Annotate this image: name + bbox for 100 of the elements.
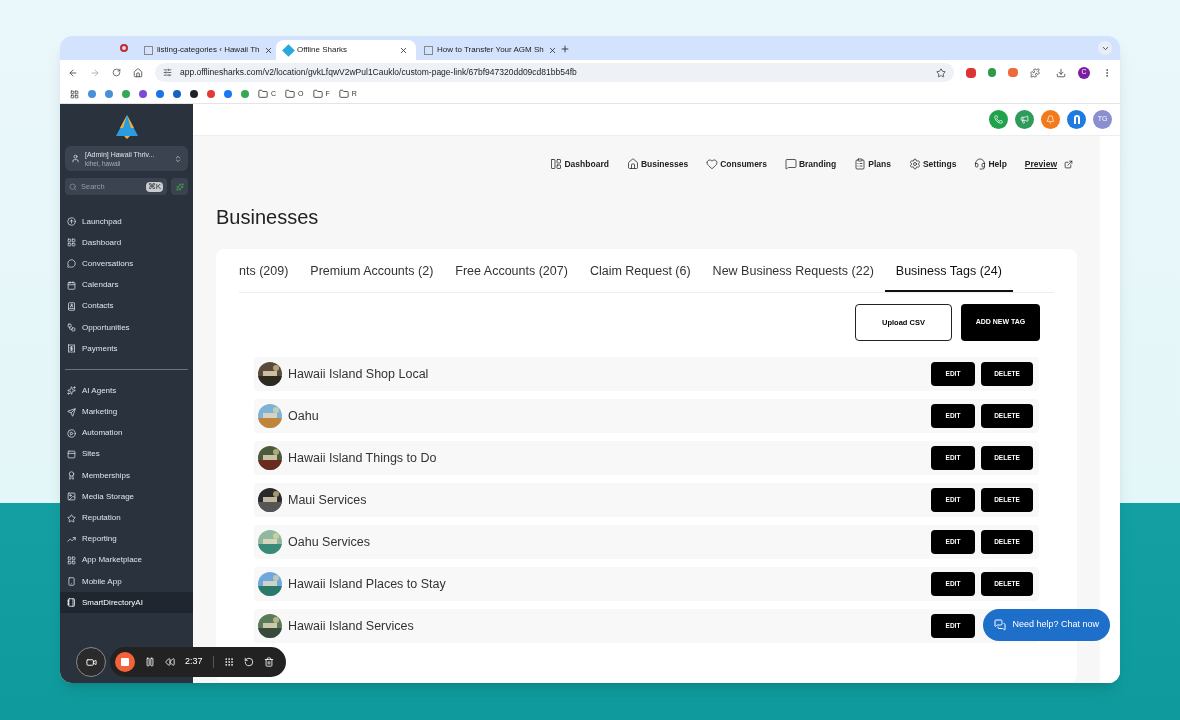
extension-icon[interactable] bbox=[1008, 68, 1018, 77]
sidebar-item[interactable]: AI Agents bbox=[60, 380, 193, 402]
nav-link[interactable]: Dashboard bbox=[550, 157, 609, 171]
browser-tab[interactable]: listing-categories ‹ Hawaii Th bbox=[136, 40, 276, 60]
sidebar-item[interactable]: Automation bbox=[60, 422, 193, 444]
trend-icon bbox=[67, 534, 76, 544]
record-icon bbox=[120, 44, 128, 52]
sidebar-item[interactable]: Calendars bbox=[65, 274, 188, 296]
close-icon[interactable] bbox=[547, 45, 557, 55]
arrow-circle-icon bbox=[67, 217, 76, 227]
sidebar-item[interactable]: Sites bbox=[60, 443, 193, 466]
tab-title: listing-categories ‹ Hawaii Th bbox=[157, 44, 260, 56]
apps-icon[interactable] bbox=[70, 89, 79, 99]
receipt-icon bbox=[67, 344, 76, 354]
tab[interactable]: Claim Request (6) bbox=[578, 262, 702, 292]
tag-name: Hawaii Island Services bbox=[288, 617, 415, 635]
sidebar-item[interactable]: Reporting bbox=[60, 528, 193, 550]
address-bar[interactable]: app.offlinesharks.com/v2/location/gvkLfqwV2wPul1Cauklo/custom-page-link/67bf947320dd09cd81bb54fb bbox=[155, 63, 954, 82]
paper-plane-icon bbox=[67, 407, 76, 417]
tab-title: How to Transfer Your AGM Sh bbox=[437, 44, 544, 56]
page-icon bbox=[282, 43, 295, 57]
browser-tab[interactable]: How to Transfer Your AGM Sh bbox=[416, 40, 556, 60]
trash-icon[interactable] bbox=[263, 657, 274, 667]
back-icon[interactable] bbox=[68, 67, 78, 78]
home-icon[interactable] bbox=[133, 67, 143, 78]
contact-book-icon bbox=[67, 301, 76, 311]
tab[interactable]: Free Accounts (207) bbox=[444, 262, 579, 292]
megaphone-button[interactable] bbox=[1015, 110, 1034, 129]
download-icon[interactable] bbox=[1056, 67, 1066, 78]
heart-icon bbox=[706, 158, 719, 170]
reload-icon[interactable] bbox=[112, 68, 121, 77]
chat-bubble-icon bbox=[67, 259, 76, 269]
tab[interactable]: New Business Requests (22) bbox=[701, 262, 885, 292]
sidebar-item[interactable]: Media Storage bbox=[60, 486, 193, 508]
url-text: app.offlinesharks.com/v2/location/gvkLfqwV2wPul1Cauklo/custom-page-link/67bf947320dd09cd81bb54fb bbox=[180, 66, 577, 79]
tab[interactable]: Premium Accounts (2) bbox=[299, 262, 445, 292]
sidebar-item[interactable]: App Marketplace bbox=[60, 549, 193, 571]
folder-icon bbox=[285, 89, 296, 99]
sidebar-item[interactable]: Launchpad bbox=[65, 211, 188, 233]
sidebar-item[interactable]: Memberships bbox=[60, 465, 193, 487]
chat-icon bbox=[994, 619, 1007, 631]
nav-link[interactable]: Plans bbox=[854, 157, 891, 171]
phone-button[interactable] bbox=[989, 110, 1008, 129]
sidebar-item[interactable]: Dashboard bbox=[65, 232, 188, 254]
pause-icon[interactable] bbox=[145, 657, 155, 667]
chat-button[interactable]: Need help? Chat now bbox=[983, 609, 1110, 641]
sidebar-item[interactable]: Reputation bbox=[60, 507, 193, 529]
sidebar-item[interactable]: Payments bbox=[65, 338, 188, 360]
extension-icon[interactable] bbox=[966, 67, 976, 78]
grid-icon bbox=[67, 555, 76, 565]
restart-icon[interactable] bbox=[243, 657, 254, 667]
sidebar-item[interactable]: Mobile App bbox=[60, 571, 193, 593]
chat-bubble-icon bbox=[784, 158, 797, 170]
nav-link[interactable]: Settings bbox=[908, 157, 957, 171]
calendar-icon bbox=[67, 280, 76, 290]
rewind-icon[interactable] bbox=[165, 657, 175, 667]
bookmark-star-icon[interactable] bbox=[936, 67, 946, 78]
page-icon bbox=[424, 45, 433, 55]
nav-link[interactable]: Help bbox=[974, 157, 1007, 171]
award-icon bbox=[67, 471, 76, 481]
bookmark-icon[interactable] bbox=[190, 90, 198, 98]
close-icon[interactable] bbox=[263, 45, 273, 55]
preview-link[interactable]: Preview bbox=[1024, 157, 1057, 171]
bell-icon bbox=[1046, 115, 1055, 124]
external-link-icon[interactable] bbox=[1064, 159, 1073, 169]
notebook-icon bbox=[67, 598, 76, 608]
tab-list-button[interactable] bbox=[1098, 41, 1112, 55]
site-settings-icon[interactable] bbox=[163, 68, 172, 77]
sidebar-item[interactable]: Contacts bbox=[65, 295, 188, 317]
nav-link[interactable]: Branding bbox=[784, 157, 837, 171]
user-icon bbox=[71, 154, 80, 163]
nav-link[interactable]: Consumers bbox=[706, 157, 767, 171]
tab[interactable]: nts (209) bbox=[239, 262, 300, 292]
dashboard-icon bbox=[550, 158, 563, 170]
star-icon bbox=[67, 513, 76, 523]
play-circle-icon bbox=[67, 428, 76, 438]
tab[interactable]: Business Tags (24) bbox=[884, 262, 1013, 292]
browser-tab[interactable]: Offline Sharks bbox=[276, 40, 416, 60]
stop-button[interactable] bbox=[115, 652, 135, 672]
nav-link[interactable]: Businesses bbox=[626, 157, 689, 171]
grid-icon[interactable] bbox=[223, 657, 234, 667]
puzzle-icon[interactable] bbox=[1030, 67, 1040, 78]
notifications-button[interactable] bbox=[1041, 110, 1060, 129]
extension-icon[interactable] bbox=[988, 68, 996, 77]
up-down-chevron-icon bbox=[174, 154, 182, 163]
nodes-icon bbox=[67, 323, 76, 333]
help-button[interactable] bbox=[1067, 110, 1086, 129]
tag-name: Hawaii Island Places to Stay bbox=[288, 575, 447, 593]
sidebar-item[interactable]: SmartDirectoryAI bbox=[60, 592, 193, 614]
new-tab-icon[interactable] bbox=[560, 44, 570, 54]
settings-icon bbox=[908, 158, 921, 170]
tag-name: Oahu bbox=[288, 407, 320, 425]
folder-icon bbox=[312, 89, 323, 99]
sidebar-item[interactable]: Opportunities bbox=[65, 316, 188, 339]
search-icon bbox=[69, 182, 77, 191]
close-icon[interactable] bbox=[399, 45, 408, 55]
sidebar-item[interactable]: Marketing bbox=[60, 401, 193, 423]
sidebar-item[interactable]: Conversations bbox=[65, 253, 188, 275]
tag-name: Maui Services bbox=[288, 491, 368, 509]
sparkle-button[interactable] bbox=[171, 178, 188, 195]
